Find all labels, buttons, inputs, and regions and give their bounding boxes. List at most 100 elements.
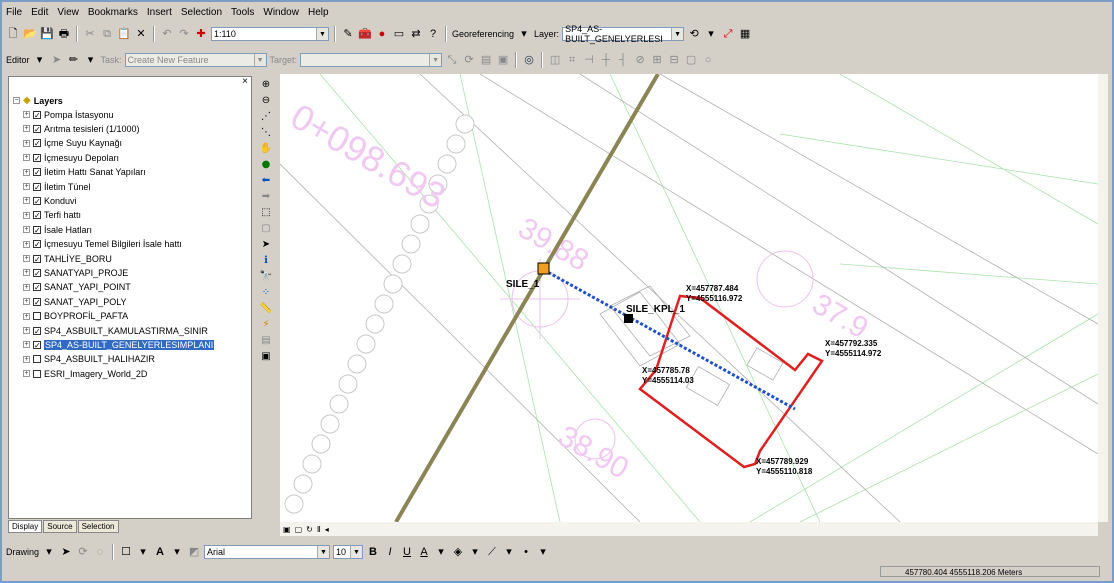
expand-icon[interactable]: + (23, 154, 30, 162)
edit-vertices-icon[interactable]: ◩ (187, 545, 201, 559)
layer-visibility-checkbox[interactable]: ✓ (33, 326, 41, 335)
expand-icon[interactable]: + (23, 341, 30, 349)
go-to-xy-icon[interactable]: ⁘ (259, 286, 273, 299)
layer-item[interactable]: + SP4_ASBUILT_HALIHAZIR (23, 353, 155, 366)
chevron-down-icon[interactable]: ▼ (317, 546, 330, 558)
font-size-combo[interactable]: 10 ▼ (333, 545, 364, 559)
layer-item[interactable]: + ✓ Arıtma tesisleri (1/1000) (23, 122, 140, 135)
line-color-icon[interactable]: ⟋ (485, 545, 499, 559)
menu-tools[interactable]: Tools (231, 7, 254, 18)
expand-icon[interactable]: + (23, 240, 30, 248)
node-icon[interactable]: ┼ (599, 53, 613, 67)
layer-item[interactable]: + ✓ Pompa İstasyonu (23, 108, 114, 121)
layer-visibility-checkbox[interactable]: ✓ (33, 283, 41, 292)
layer-item[interactable]: + ✓ İsale Hatları (23, 223, 92, 236)
silekpl-marker[interactable] (624, 314, 633, 323)
expand-icon[interactable]: + (23, 197, 30, 205)
layer-item[interactable]: + ✓ İçme Suyu Kaynağı (23, 137, 122, 150)
marker-color-icon[interactable]: • (519, 545, 533, 559)
redo-icon[interactable]: ↷ (177, 27, 191, 41)
chevron-down-icon[interactable]: ▾ (468, 545, 482, 559)
chevron-down-icon[interactable]: ▾ (170, 545, 184, 559)
chevron-down-icon[interactable]: ▾ (502, 545, 516, 559)
merge-icon[interactable]: ⊟ (667, 53, 681, 67)
collapse-icon[interactable]: − (13, 97, 20, 104)
layer-item[interactable]: + ✓ SP4_AS-BUILT_GENELYERLESIMPLANI (23, 338, 215, 351)
time-slider-icon[interactable]: ▣ (259, 350, 273, 363)
layers-root[interactable]: − ◆ Layers (13, 94, 63, 107)
expand-icon[interactable]: + (23, 168, 30, 176)
paste-icon[interactable]: 📋 (117, 27, 131, 41)
expand-icon[interactable]: + (23, 255, 30, 262)
layer-item[interactable]: + ✓ Konduvi (23, 194, 77, 207)
copy-icon[interactable]: ⧉ (100, 27, 114, 41)
scale-combo[interactable]: 1:110 ▼ (211, 27, 329, 41)
measure-icon[interactable]: 📏 (259, 302, 273, 315)
snap-icon[interactable]: ◫ (548, 53, 562, 67)
menu-bookmarks[interactable]: Bookmarks (88, 7, 138, 18)
chevron-down-icon[interactable]: ▾ (517, 27, 531, 41)
layer-visibility-checkbox[interactable]: ✓ (33, 254, 41, 263)
window-icon[interactable]: ▭ (392, 27, 406, 41)
chevron-down-icon[interactable]: ▼ (316, 28, 328, 40)
zoom-in-icon[interactable]: ⊕ (259, 78, 273, 91)
chevron-down-icon[interactable]: ▾ (84, 53, 98, 67)
identify-icon[interactable]: ℹ (259, 254, 273, 267)
tab-selection[interactable]: Selection (77, 520, 119, 533)
rectangle-icon[interactable]: ▢ (684, 53, 698, 67)
layer-item[interactable]: + ESRI_Imagery_World_2D (23, 367, 147, 380)
fixed-zoom-out-icon[interactable]: ⋱ (259, 126, 273, 139)
sketch-tool-icon[interactable]: ✏ (67, 53, 81, 67)
scroll-left-icon[interactable]: ◂ (325, 525, 329, 534)
layer-visibility-checkbox[interactable]: ✓ (33, 124, 41, 133)
target-combo[interactable]: ▼ (300, 53, 443, 67)
edit-tool-icon[interactable]: ➤ (50, 53, 64, 67)
vertical-scrollbar[interactable] (1098, 74, 1108, 522)
tab-display[interactable]: Display (8, 520, 43, 533)
underline-button[interactable]: U (400, 545, 414, 559)
layer-visibility-checkbox[interactable]: ✓ (33, 153, 41, 162)
map-canvas[interactable]: 0+098.693 39.88 38.90 37.9 SILE_1 SILE_K… (280, 74, 1098, 522)
rotate-tool-icon[interactable]: ⟳ (462, 53, 476, 67)
layer-item[interactable]: + ✓ İletim Tünel (23, 180, 90, 193)
layer-visibility-checkbox[interactable]: ✓ (33, 211, 41, 220)
rotate-icon[interactable]: ⟲ (687, 27, 701, 41)
circle-icon[interactable]: ○ (701, 53, 715, 67)
layout-view-icon[interactable]: ▢ (295, 525, 303, 534)
layer-visibility-checkbox[interactable]: ✓ (33, 240, 41, 249)
georeferencing-menu[interactable]: Georeferencing (452, 29, 514, 39)
sketch-properties-icon[interactable]: ▣ (496, 53, 510, 67)
rectangle-icon[interactable]: ☐ (119, 545, 133, 559)
sile1-marker[interactable] (537, 262, 550, 275)
print-icon[interactable]: 🖶 (57, 27, 71, 41)
add-data-icon[interactable]: ✚ (194, 27, 208, 41)
undo-icon[interactable]: ↶ (160, 27, 174, 41)
layer-item[interactable]: + ✓ TAHLİYE_BORU (23, 252, 112, 265)
expand-icon[interactable]: + (23, 211, 30, 219)
layer-item[interactable]: + BOYPROFİL_PAFTA (23, 310, 128, 323)
delete-icon[interactable]: ✕ (134, 27, 148, 41)
task-combo[interactable]: Create New Feature ▼ (124, 53, 267, 67)
zoom-out-icon[interactable]: ⊖ (259, 94, 273, 107)
arctoolbox-icon[interactable]: 🧰 (358, 27, 372, 41)
drawing-menu[interactable]: Drawing (6, 547, 39, 557)
expand-icon[interactable]: + (23, 327, 30, 334)
font-color-icon[interactable]: A (417, 545, 431, 559)
back-icon[interactable]: ⬅ (259, 174, 273, 187)
topology-icon[interactable]: ⌗ (565, 53, 579, 67)
layer-visibility-checkbox[interactable] (33, 369, 41, 378)
layer-combo[interactable]: SP4_AS-BUILT_GENELYERLESI ▼ (562, 24, 685, 44)
chevron-down-icon[interactable]: ▾ (136, 545, 150, 559)
expand-icon[interactable]: + (23, 355, 30, 363)
clear-selection-icon[interactable]: ▢ (259, 222, 273, 235)
bold-button[interactable]: B (366, 545, 380, 559)
menu-view[interactable]: View (57, 7, 79, 18)
expand-icon[interactable]: + (23, 269, 30, 277)
chevron-down-icon[interactable]: ▾ (33, 53, 47, 67)
expand-icon[interactable]: + (23, 111, 30, 118)
menu-help[interactable]: Help (308, 7, 329, 18)
chevron-down-icon[interactable]: ▾ (42, 545, 56, 559)
layer-item[interactable]: + ✓ İçmesuyu Temel Bilgileri İsale hattı (23, 238, 182, 251)
chevron-down-icon[interactable]: ▾ (704, 27, 718, 41)
expand-icon[interactable]: + (23, 312, 30, 320)
